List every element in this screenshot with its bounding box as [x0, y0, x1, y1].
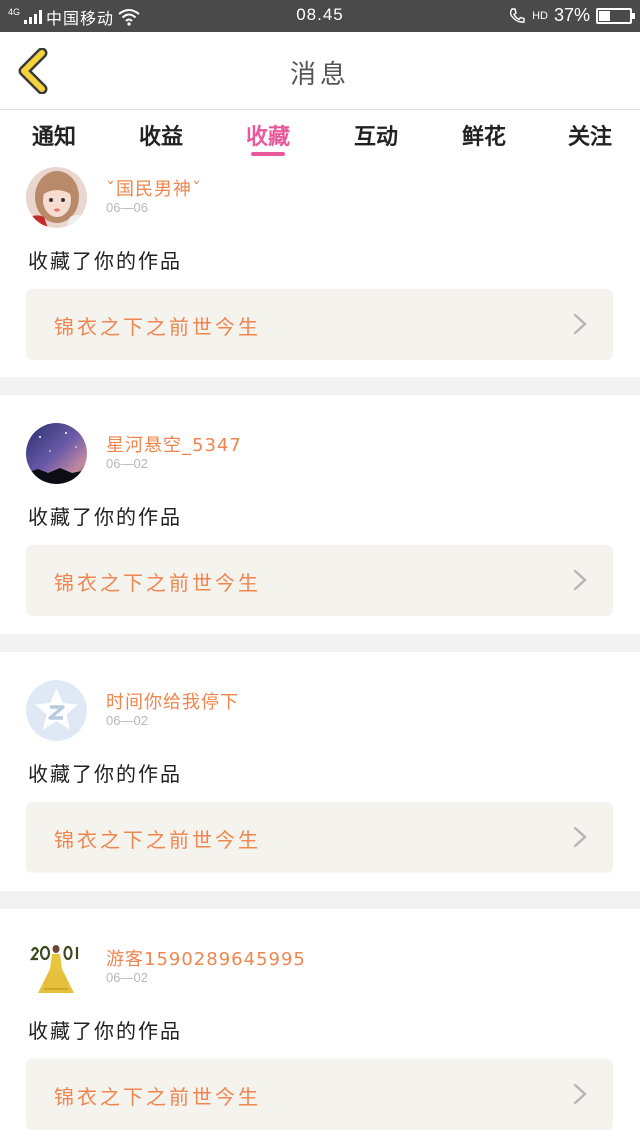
default-star-avatar-icon — [26, 680, 87, 741]
tab-label: 鲜花 — [461, 125, 506, 150]
tab-label: 关注 — [567, 125, 612, 150]
active-tab-indicator — [251, 152, 285, 156]
chevron-right-icon — [573, 569, 587, 591]
hd-indicator: HD — [532, 9, 548, 22]
avatar[interactable] — [26, 167, 87, 228]
page-title: 消息 — [289, 60, 350, 90]
work-title: 锦衣之下之前世今生 — [54, 1085, 261, 1109]
action-text: 收藏了你的作品 — [28, 762, 182, 786]
tab-flowers[interactable]: 鲜花 — [456, 119, 512, 159]
avatar[interactable] — [26, 680, 87, 741]
message-card: 星河悬空_5347 06—02 收藏了你的作品 锦衣之下之前世今生 — [0, 395, 640, 634]
tab-interactions[interactable]: 互动 — [348, 119, 404, 159]
tab-notifications[interactable]: 通知 — [26, 119, 82, 159]
work-title: 锦衣之下之前世今生 — [54, 828, 261, 852]
user-photo-icon — [26, 167, 87, 228]
chevron-right-icon — [573, 826, 587, 848]
username[interactable]: ˇ国民男神ˇ — [106, 175, 202, 201]
tab-follows[interactable]: 关注 — [562, 119, 618, 159]
tab-bar: 通知 收益 收藏 互动 鲜花 关注 — [0, 111, 640, 161]
user-photo-icon — [26, 937, 87, 998]
status-right: HD 37% — [508, 5, 635, 26]
tab-favorites[interactable]: 收藏 — [240, 119, 296, 159]
work-title: 锦衣之下之前世今生 — [54, 315, 261, 339]
action-text: 收藏了你的作品 — [28, 1019, 182, 1043]
message-date: 06—02 — [106, 713, 148, 728]
username[interactable]: 时间你给我停下 — [106, 688, 239, 714]
work-title: 锦衣之下之前世今生 — [54, 571, 261, 595]
username[interactable]: 游客1590289645995 — [106, 945, 306, 971]
tab-earnings[interactable]: 收益 — [133, 119, 189, 159]
card-divider — [0, 634, 640, 652]
work-link[interactable]: 锦衣之下之前世今生 — [26, 289, 613, 360]
card-divider — [0, 891, 640, 909]
user-photo-icon — [26, 423, 87, 484]
chevron-right-icon — [573, 1083, 587, 1105]
message-card: ˇ国民男神ˇ 06—06 收藏了你的作品 锦衣之下之前世今生 — [0, 161, 640, 377]
tab-label: 收益 — [138, 125, 183, 150]
tab-label: 互动 — [353, 125, 398, 150]
avatar[interactable] — [26, 937, 87, 998]
card-divider — [0, 377, 640, 395]
username[interactable]: 星河悬空_5347 — [106, 431, 242, 457]
avatar[interactable] — [26, 423, 87, 484]
work-link[interactable]: 锦衣之下之前世今生 — [26, 1059, 613, 1130]
message-date: 06—06 — [106, 200, 148, 215]
action-text: 收藏了你的作品 — [28, 249, 182, 273]
work-link[interactable]: 锦衣之下之前世今生 — [26, 545, 613, 616]
action-text: 收藏了你的作品 — [28, 505, 182, 529]
battery-fill — [599, 10, 610, 21]
battery-percent: 37% — [553, 5, 590, 25]
chevron-right-icon — [573, 313, 587, 335]
status-bar: 4G 中国移动 08.45 HD 37% — [0, 0, 640, 32]
battery-icon — [596, 7, 635, 24]
message-card: 游客1590289645995 06—02 收藏了你的作品 锦衣之下之前世今生 — [0, 909, 640, 1138]
message-card: 时间你给我停下 06—02 收藏了你的作品 锦衣之下之前世今生 — [0, 652, 640, 891]
tab-label: 通知 — [31, 125, 76, 150]
message-date: 06—02 — [106, 970, 148, 985]
work-link[interactable]: 锦衣之下之前世今生 — [26, 802, 613, 873]
phone-icon — [510, 7, 525, 23]
header: 消息 — [0, 32, 640, 110]
tab-label: 收藏 — [245, 125, 290, 150]
message-date: 06—02 — [106, 456, 148, 471]
